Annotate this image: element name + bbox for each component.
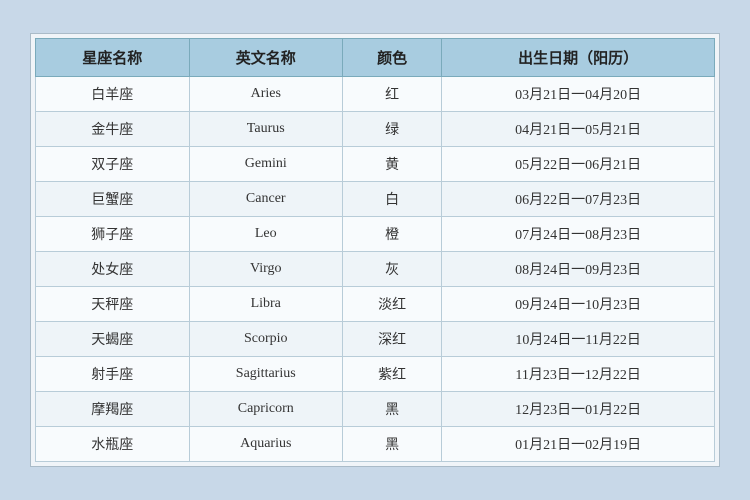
- table-cell-4-1: Leo: [189, 217, 343, 252]
- col-header-3: 出生日期（阳历）: [442, 39, 715, 77]
- table-cell-6-2: 淡红: [343, 287, 442, 322]
- col-header-2: 颜色: [343, 39, 442, 77]
- table-cell-10-0: 水瓶座: [36, 427, 190, 462]
- table-cell-5-1: Virgo: [189, 252, 343, 287]
- table-cell-3-3: 06月22日一07月23日: [442, 182, 715, 217]
- table-cell-1-0: 金牛座: [36, 112, 190, 147]
- table-cell-7-0: 天蝎座: [36, 322, 190, 357]
- table-cell-3-0: 巨蟹座: [36, 182, 190, 217]
- table-cell-10-1: Aquarius: [189, 427, 343, 462]
- table-cell-4-3: 07月24日一08月23日: [442, 217, 715, 252]
- table-row: 天秤座Libra淡红09月24日一10月23日: [36, 287, 715, 322]
- table-row: 巨蟹座Cancer白06月22日一07月23日: [36, 182, 715, 217]
- table-row: 狮子座Leo橙07月24日一08月23日: [36, 217, 715, 252]
- table-cell-4-0: 狮子座: [36, 217, 190, 252]
- table-row: 射手座Sagittarius紫红11月23日一12月22日: [36, 357, 715, 392]
- table-cell-0-0: 白羊座: [36, 77, 190, 112]
- zodiac-table-container: 星座名称英文名称颜色出生日期（阳历） 白羊座Aries红03月21日一04月20…: [30, 33, 720, 467]
- table-cell-1-2: 绿: [343, 112, 442, 147]
- table-cell-5-0: 处女座: [36, 252, 190, 287]
- table-cell-2-2: 黄: [343, 147, 442, 182]
- table-cell-7-1: Scorpio: [189, 322, 343, 357]
- table-row: 摩羯座Capricorn黑12月23日一01月22日: [36, 392, 715, 427]
- table-cell-0-1: Aries: [189, 77, 343, 112]
- table-cell-2-3: 05月22日一06月21日: [442, 147, 715, 182]
- table-cell-8-0: 射手座: [36, 357, 190, 392]
- table-cell-0-2: 红: [343, 77, 442, 112]
- table-cell-5-3: 08月24日一09月23日: [442, 252, 715, 287]
- table-row: 天蝎座Scorpio深红10月24日一11月22日: [36, 322, 715, 357]
- table-cell-1-1: Taurus: [189, 112, 343, 147]
- col-header-0: 星座名称: [36, 39, 190, 77]
- table-cell-9-1: Capricorn: [189, 392, 343, 427]
- table-cell-6-0: 天秤座: [36, 287, 190, 322]
- table-cell-9-0: 摩羯座: [36, 392, 190, 427]
- table-cell-6-1: Libra: [189, 287, 343, 322]
- table-cell-6-3: 09月24日一10月23日: [442, 287, 715, 322]
- table-cell-8-2: 紫红: [343, 357, 442, 392]
- table-cell-0-3: 03月21日一04月20日: [442, 77, 715, 112]
- table-row: 处女座Virgo灰08月24日一09月23日: [36, 252, 715, 287]
- table-cell-1-3: 04月21日一05月21日: [442, 112, 715, 147]
- table-cell-2-1: Gemini: [189, 147, 343, 182]
- table-cell-9-2: 黑: [343, 392, 442, 427]
- table-cell-7-3: 10月24日一11月22日: [442, 322, 715, 357]
- zodiac-table: 星座名称英文名称颜色出生日期（阳历） 白羊座Aries红03月21日一04月20…: [35, 38, 715, 462]
- table-row: 水瓶座Aquarius黑01月21日一02月19日: [36, 427, 715, 462]
- table-cell-3-2: 白: [343, 182, 442, 217]
- table-row: 双子座Gemini黄05月22日一06月21日: [36, 147, 715, 182]
- table-cell-4-2: 橙: [343, 217, 442, 252]
- table-cell-10-2: 黑: [343, 427, 442, 462]
- table-cell-3-1: Cancer: [189, 182, 343, 217]
- table-cell-5-2: 灰: [343, 252, 442, 287]
- col-header-1: 英文名称: [189, 39, 343, 77]
- table-header-row: 星座名称英文名称颜色出生日期（阳历）: [36, 39, 715, 77]
- table-cell-7-2: 深红: [343, 322, 442, 357]
- table-cell-8-3: 11月23日一12月22日: [442, 357, 715, 392]
- table-cell-8-1: Sagittarius: [189, 357, 343, 392]
- table-cell-9-3: 12月23日一01月22日: [442, 392, 715, 427]
- table-cell-10-3: 01月21日一02月19日: [442, 427, 715, 462]
- table-row: 金牛座Taurus绿04月21日一05月21日: [36, 112, 715, 147]
- table-cell-2-0: 双子座: [36, 147, 190, 182]
- table-row: 白羊座Aries红03月21日一04月20日: [36, 77, 715, 112]
